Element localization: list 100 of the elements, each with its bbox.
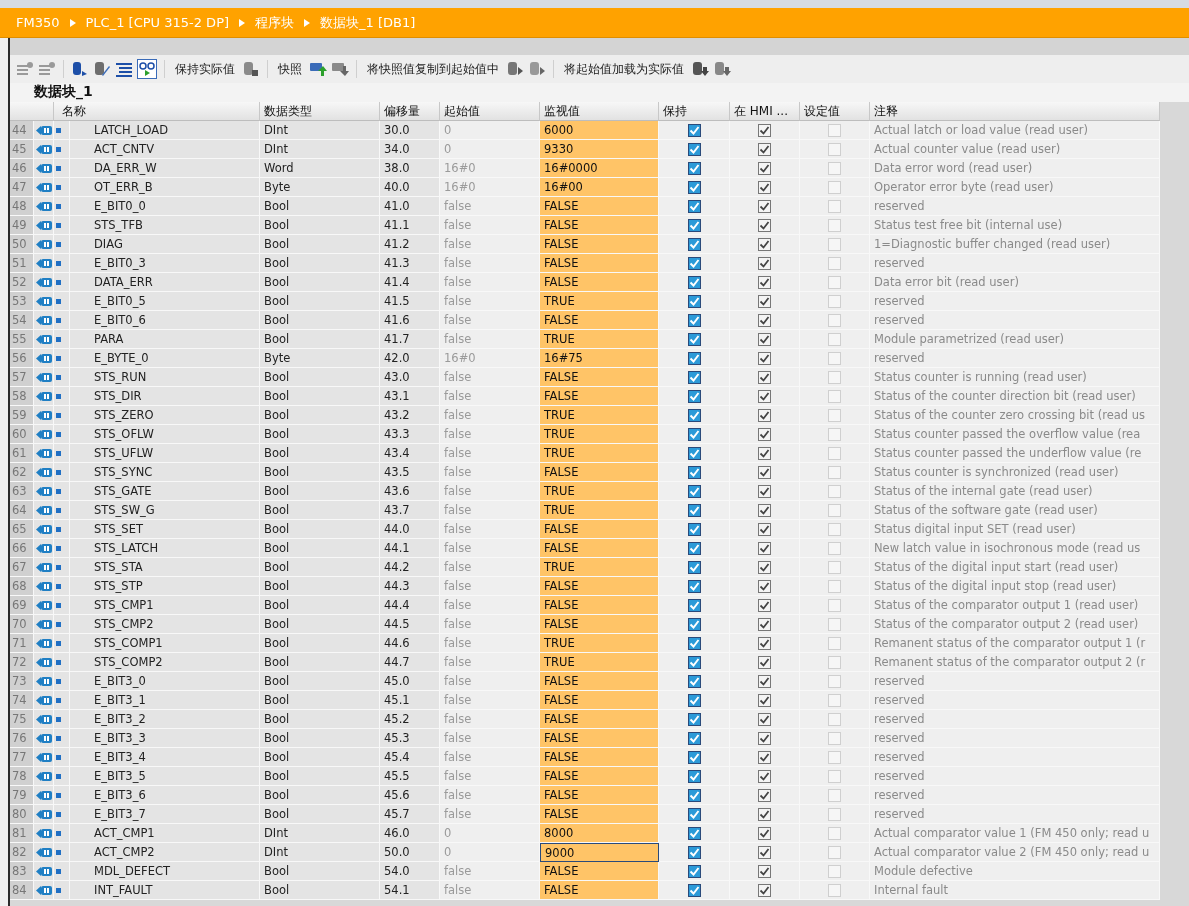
monitor-value-cell[interactable]: FALSE — [540, 748, 659, 767]
setpoint-checkbox[interactable] — [828, 370, 841, 384]
hmi-checkbox[interactable] — [758, 750, 771, 764]
column-header[interactable]: 监视值 — [540, 102, 659, 121]
hmi-checkbox[interactable] — [758, 807, 771, 821]
monitor-value-cell[interactable]: FALSE — [540, 767, 659, 786]
hmi-checkbox[interactable] — [758, 731, 771, 745]
monitor-value-cell[interactable]: FALSE — [540, 539, 659, 558]
retain-checkbox[interactable] — [687, 579, 701, 593]
setpoint-checkbox[interactable] — [828, 408, 841, 422]
retain-checkbox[interactable] — [687, 788, 701, 802]
setpoint-checkbox[interactable] — [828, 218, 841, 232]
monitor-value-cell[interactable]: FALSE — [540, 254, 659, 273]
hmi-checkbox[interactable] — [758, 579, 771, 593]
retain-checkbox[interactable] — [687, 503, 701, 517]
retain-checkbox[interactable] — [687, 674, 701, 688]
monitor-value-cell[interactable]: TRUE — [540, 406, 659, 425]
retain-checkbox[interactable] — [687, 180, 701, 194]
retain-checkbox[interactable] — [687, 883, 701, 897]
retain-checkbox[interactable] — [687, 389, 701, 403]
setpoint-checkbox[interactable] — [828, 237, 841, 251]
retain-checkbox[interactable] — [687, 541, 701, 555]
setpoint-checkbox[interactable] — [828, 142, 841, 156]
hmi-checkbox[interactable] — [758, 769, 771, 783]
database-arrow-icon[interactable] — [528, 61, 546, 77]
hmi-checkbox[interactable] — [758, 826, 771, 840]
hmi-checkbox[interactable] — [758, 180, 771, 194]
setpoint-checkbox[interactable] — [828, 351, 841, 365]
database-download-icon[interactable] — [713, 61, 731, 77]
monitor-value-cell[interactable]: 16#00 — [540, 178, 659, 197]
hmi-checkbox[interactable] — [758, 560, 771, 574]
setpoint-checkbox[interactable] — [828, 864, 841, 878]
monitor-value-cell[interactable]: TRUE — [540, 501, 659, 520]
monitor-value-cell[interactable]: TRUE — [540, 482, 659, 501]
monitor-value-cell[interactable]: FALSE — [540, 672, 659, 691]
retain-checkbox[interactable] — [687, 294, 701, 308]
column-header[interactable]: 名称 — [54, 102, 260, 121]
retain-checkbox[interactable] — [687, 522, 701, 536]
monitor-value-cell[interactable]: TRUE — [540, 653, 659, 672]
retain-checkbox[interactable] — [687, 826, 701, 840]
toolbar-button[interactable]: 快照 — [275, 60, 305, 78]
hmi-checkbox[interactable] — [758, 522, 771, 536]
database-icon[interactable] — [71, 61, 89, 77]
retain-checkbox[interactable] — [687, 655, 701, 669]
setpoint-checkbox[interactable] — [828, 883, 841, 897]
retain-checkbox[interactable] — [687, 769, 701, 783]
hmi-checkbox[interactable] — [758, 484, 771, 498]
retain-checkbox[interactable] — [687, 123, 701, 137]
retain-checkbox[interactable] — [687, 408, 701, 422]
column-header[interactable]: 注释 — [870, 102, 1160, 121]
monitor-value-cell[interactable]: FALSE — [540, 615, 659, 634]
hmi-checkbox[interactable] — [758, 408, 771, 422]
setpoint-checkbox[interactable] — [828, 693, 841, 707]
hmi-checkbox[interactable] — [758, 503, 771, 517]
setpoint-checkbox[interactable] — [828, 389, 841, 403]
monitor-value-cell[interactable]: FALSE — [540, 216, 659, 235]
retain-checkbox[interactable] — [687, 864, 701, 878]
retain-checkbox[interactable] — [687, 351, 701, 365]
monitor-value-cell[interactable]: 9330 — [540, 140, 659, 159]
column-header[interactable]: 数据类型 — [260, 102, 380, 121]
setpoint-checkbox[interactable] — [828, 294, 841, 308]
retain-checkbox[interactable] — [687, 693, 701, 707]
setpoint-checkbox[interactable] — [828, 313, 841, 327]
monitor-value-cell[interactable]: TRUE — [540, 634, 659, 653]
retain-checkbox[interactable] — [687, 256, 701, 270]
hmi-checkbox[interactable] — [758, 199, 771, 213]
retain-checkbox[interactable] — [687, 275, 701, 289]
retain-checkbox[interactable] — [687, 598, 701, 612]
hmi-checkbox[interactable] — [758, 218, 771, 232]
setpoint-checkbox[interactable] — [828, 750, 841, 764]
monitor-value-cell[interactable]: 16#0000 — [540, 159, 659, 178]
hmi-checkbox[interactable] — [758, 541, 771, 555]
monitor-value-cell[interactable]: TRUE — [540, 425, 659, 444]
hmi-checkbox[interactable] — [758, 636, 771, 650]
monitor-value-cell[interactable]: TRUE — [540, 558, 659, 577]
monitor-value-cell[interactable]: 16#75 — [540, 349, 659, 368]
setpoint-checkbox[interactable] — [828, 446, 841, 460]
retain-checkbox[interactable] — [687, 161, 701, 175]
setpoint-checkbox[interactable] — [828, 332, 841, 346]
monitor-value-cell[interactable]: FALSE — [540, 197, 659, 216]
hmi-checkbox[interactable] — [758, 465, 771, 479]
monitor-value-cell[interactable]: FALSE — [540, 881, 659, 900]
hmi-checkbox[interactable] — [758, 351, 771, 365]
hmi-checkbox[interactable] — [758, 674, 771, 688]
monitor-value-cell[interactable]: 9000 — [540, 843, 659, 862]
retain-checkbox[interactable] — [687, 370, 701, 384]
retain-checkbox[interactable] — [687, 807, 701, 821]
retain-checkbox[interactable] — [687, 199, 701, 213]
retain-checkbox[interactable] — [687, 237, 701, 251]
toolbar-button[interactable]: 保持实际值 — [172, 60, 238, 78]
setpoint-checkbox[interactable] — [828, 712, 841, 726]
setpoint-checkbox[interactable] — [828, 256, 841, 270]
retain-checkbox[interactable] — [687, 484, 701, 498]
retain-checkbox[interactable] — [687, 427, 701, 441]
monitor-value-cell[interactable]: FALSE — [540, 729, 659, 748]
hmi-checkbox[interactable] — [758, 655, 771, 669]
monitor-value-cell[interactable]: FALSE — [540, 691, 659, 710]
monitor-value-cell[interactable]: FALSE — [540, 273, 659, 292]
hmi-checkbox[interactable] — [758, 256, 771, 270]
retain-checkbox[interactable] — [687, 465, 701, 479]
